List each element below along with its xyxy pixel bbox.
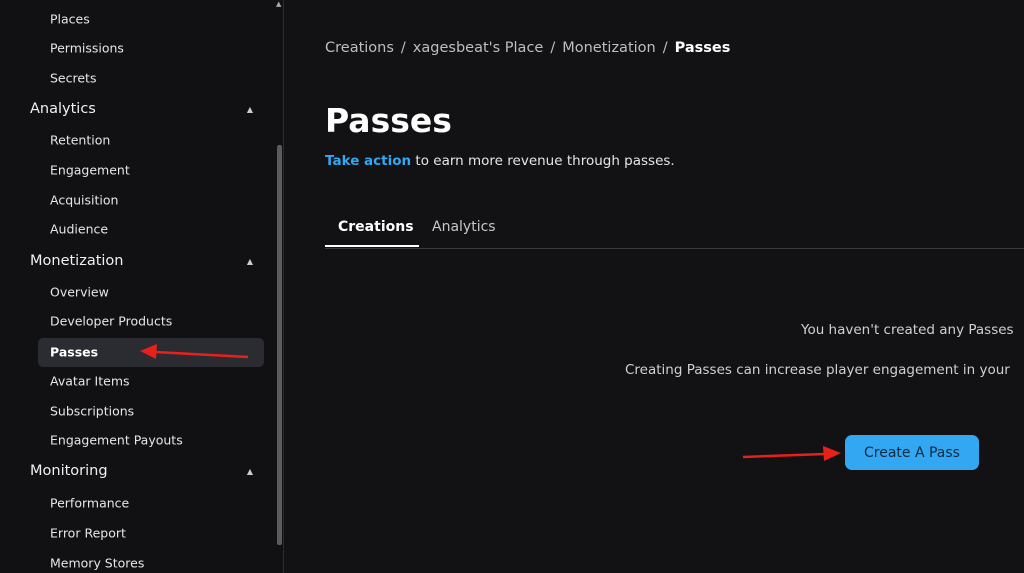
sidebar-item-permissions[interactable]: Permissions — [50, 41, 124, 56]
sidebar-item-memory-stores[interactable]: Memory Stores — [50, 556, 144, 571]
sidebar-section-analytics[interactable]: Analytics ▲ — [30, 101, 253, 117]
section-label: Monetization — [30, 253, 124, 269]
breadcrumb-place[interactable]: xagesbeat's Place — [413, 40, 544, 56]
tab-bar: Creations Analytics — [325, 210, 1024, 249]
sidebar-item-performance[interactable]: Performance — [50, 496, 129, 511]
empty-state-title: You haven't created any Passes — [801, 322, 1014, 338]
breadcrumb-monetization[interactable]: Monetization — [562, 40, 655, 56]
section-label: Monitoring — [30, 463, 108, 479]
sidebar-item-secrets[interactable]: Secrets — [50, 71, 96, 86]
active-tab-indicator — [325, 245, 419, 247]
page-title: Passes — [325, 101, 452, 140]
sidebar-section-monetization[interactable]: Monetization ▲ — [30, 253, 253, 269]
sidebar-item-engagement[interactable]: Engagement — [50, 163, 130, 178]
sidebar: Places Permissions Secrets Analytics ▲ Re… — [0, 0, 284, 573]
chevron-up-icon: ▲ — [246, 104, 253, 114]
breadcrumb-separator: / — [662, 40, 668, 56]
scroll-up-icon[interactable]: ▲ — [276, 0, 281, 8]
sidebar-section-monitoring[interactable]: Monitoring ▲ — [30, 463, 253, 479]
sidebar-item-avatar-items[interactable]: Avatar Items — [50, 374, 130, 389]
sidebar-item-engagement-payouts[interactable]: Engagement Payouts — [50, 433, 183, 448]
sidebar-item-subscriptions[interactable]: Subscriptions — [50, 404, 134, 419]
page-subtitle: Take action to earn more revenue through… — [325, 153, 675, 169]
breadcrumb-current: Passes — [674, 40, 731, 56]
chevron-up-icon: ▲ — [246, 256, 253, 266]
breadcrumb-creations[interactable]: Creations — [325, 40, 394, 56]
sidebar-item-retention[interactable]: Retention — [50, 133, 110, 148]
sidebar-item-acquisition[interactable]: Acquisition — [50, 193, 118, 208]
tab-analytics[interactable]: Analytics — [432, 219, 496, 235]
chevron-up-icon: ▲ — [246, 466, 253, 476]
sidebar-item-overview[interactable]: Overview — [50, 285, 109, 300]
breadcrumb: Creations / xagesbeat's Place / Monetization… — [325, 40, 730, 56]
scrollbar-thumb[interactable] — [277, 145, 282, 545]
main-content: Creations / xagesbeat's Place / Monetization… — [285, 0, 1024, 573]
breadcrumb-separator: / — [400, 40, 406, 56]
take-action-link[interactable]: Take action — [325, 153, 411, 169]
tab-creations[interactable]: Creations — [338, 219, 414, 235]
sidebar-item-passes[interactable]: Passes — [50, 345, 98, 360]
sidebar-item-error-report[interactable]: Error Report — [50, 526, 126, 541]
subtitle-text: to earn more revenue through passes. — [411, 153, 675, 169]
section-label: Analytics — [30, 101, 96, 117]
create-pass-button[interactable]: Create A Pass — [845, 435, 979, 470]
sidebar-item-places[interactable]: Places — [50, 12, 90, 27]
sidebar-item-developer-products[interactable]: Developer Products — [50, 314, 172, 329]
empty-state-description: Creating Passes can increase player enga… — [625, 362, 1010, 378]
breadcrumb-separator: / — [550, 40, 556, 56]
sidebar-item-audience[interactable]: Audience — [50, 222, 108, 237]
